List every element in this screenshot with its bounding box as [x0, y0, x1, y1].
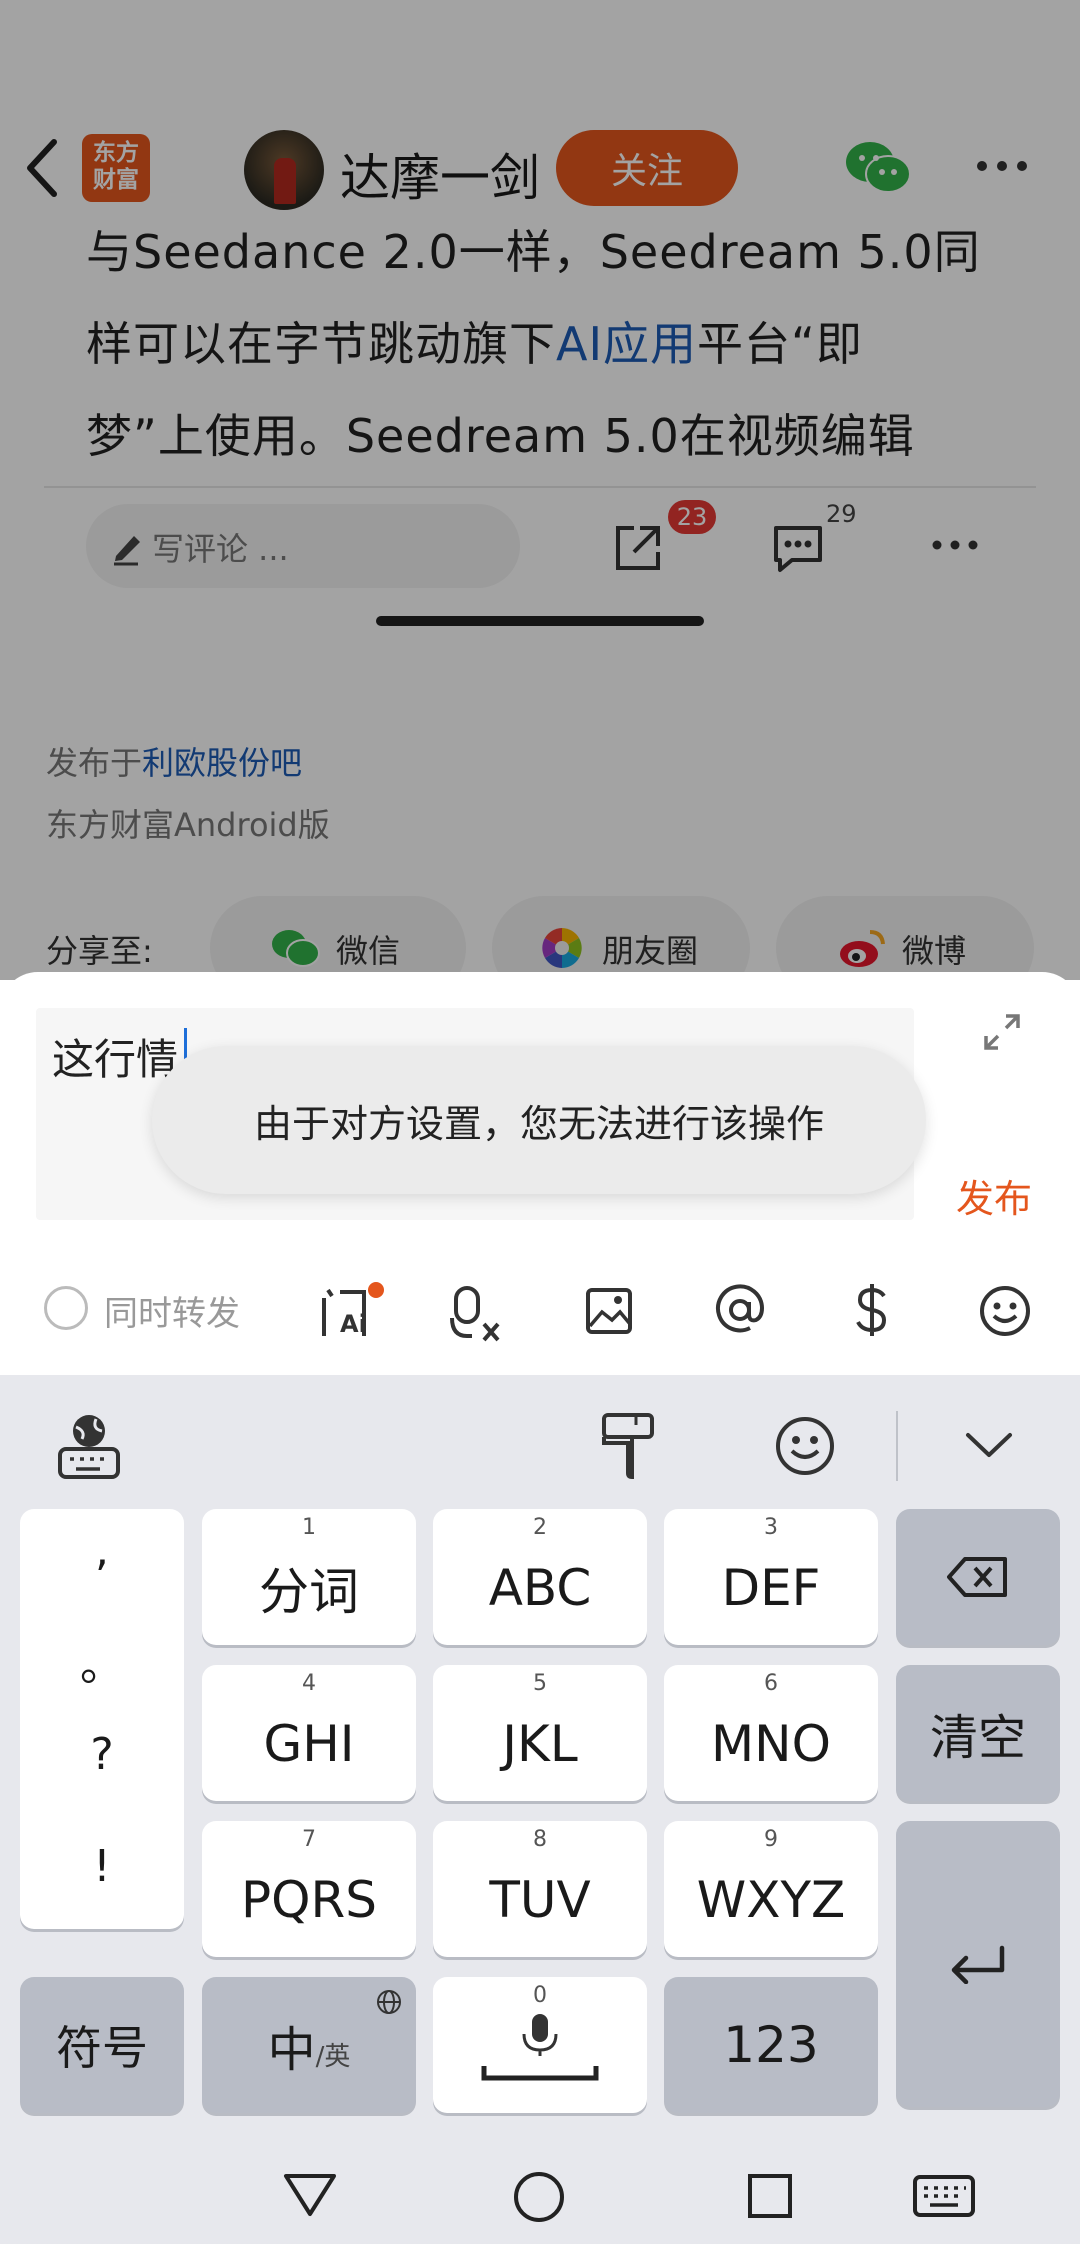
mic-space-icon: [481, 2014, 599, 2081]
publish-button[interactable]: 发布: [956, 1168, 1032, 1223]
toast-message: 由于对方设置，您无法进行该操作: [152, 1046, 926, 1194]
key-8[interactable]: 8 TUV: [433, 1821, 647, 1957]
key-number: 3: [764, 1515, 778, 1540]
key-label: MNO: [711, 1715, 831, 1773]
punctuation-column[interactable]: , 。 ? !: [20, 1509, 184, 1929]
keyboard-globe-icon[interactable]: [56, 1411, 122, 1481]
key-9[interactable]: 9 WXYZ: [664, 1821, 878, 1957]
key-2[interactable]: 2 ABC: [433, 1509, 647, 1645]
nav-recents-icon[interactable]: [746, 2172, 794, 2220]
punct-question[interactable]: ?: [20, 1729, 184, 1780]
key-7[interactable]: 7 PQRS: [202, 1821, 416, 1957]
punct-exclaim[interactable]: !: [20, 1841, 184, 1892]
key-label: PQRS: [241, 1871, 377, 1929]
skin-brush-icon[interactable]: [600, 1411, 656, 1481]
language-switch-key[interactable]: 中/英: [202, 1977, 416, 2113]
key-label: WXYZ: [696, 1871, 846, 1929]
key-number: 4: [302, 1671, 316, 1696]
key-number: 6: [764, 1671, 778, 1696]
repost-label: 同时转发: [104, 1294, 240, 1334]
key-number: 2: [533, 1515, 547, 1540]
repost-checkbox[interactable]: [44, 1286, 88, 1330]
key-6[interactable]: 6 MNO: [664, 1665, 878, 1801]
system-nav-bar: [0, 2140, 1080, 2244]
dim-overlay[interactable]: [0, 0, 1080, 980]
key-number: 0: [533, 1983, 547, 2008]
mention-icon[interactable]: [714, 1284, 766, 1336]
enter-key[interactable]: [896, 1821, 1060, 2107]
punct-comma[interactable]: ,: [20, 1525, 184, 1576]
collapse-keyboard-icon[interactable]: [964, 1431, 1014, 1461]
voice-to-text-icon[interactable]: [448, 1284, 508, 1344]
expand-icon[interactable]: [982, 1012, 1022, 1052]
ask-ai-icon[interactable]: Ai: [318, 1282, 390, 1346]
dollar-icon[interactable]: [852, 1282, 892, 1338]
key-number: 5: [533, 1671, 547, 1696]
backspace-icon: [947, 1557, 1007, 1597]
clear-label: 清空: [929, 1710, 1026, 1766]
key-label: DEF: [721, 1559, 821, 1617]
space-key[interactable]: 0: [433, 1977, 647, 2113]
key-number: 9: [764, 1827, 778, 1852]
nav-keyboard-icon[interactable]: [912, 2174, 976, 2218]
punct-period[interactable]: 。: [20, 1629, 184, 1693]
symbols-key[interactable]: 符号: [20, 1977, 184, 2113]
number-label: 123: [723, 2016, 819, 2074]
key-1[interactable]: 1 分词: [202, 1509, 416, 1645]
backspace-key[interactable]: [896, 1509, 1060, 1645]
lang-sub-label: /英: [315, 2041, 351, 2072]
key-label: JKL: [502, 1715, 578, 1773]
key-label: TUV: [489, 1871, 591, 1929]
toolbar-divider: [896, 1411, 898, 1481]
keyboard-emoji-icon[interactable]: [774, 1415, 836, 1477]
lang-main-label: 中: [267, 2022, 316, 2078]
svg-text:Ai: Ai: [340, 1310, 367, 1338]
image-icon[interactable]: [584, 1286, 634, 1336]
symbols-label: 符号: [56, 2021, 148, 2075]
enter-icon: [951, 1945, 1005, 1984]
keyboard: , 。 ? ! 1 分词 2 ABC 3 DEF 4 GHI 5 JKL 6 M…: [0, 1375, 1080, 2244]
clear-key[interactable]: 清空: [896, 1665, 1060, 1801]
key-number: 7: [302, 1827, 316, 1852]
nav-back-icon[interactable]: [282, 2170, 338, 2218]
key-number: 8: [533, 1827, 547, 1852]
key-label: 分词: [259, 1563, 359, 1621]
composer-text: 这行情: [52, 1035, 179, 1084]
key-4[interactable]: 4 GHI: [202, 1665, 416, 1801]
language-globe-icon: [377, 1990, 401, 2014]
key-3[interactable]: 3 DEF: [664, 1509, 878, 1645]
key-label: GHI: [263, 1715, 355, 1773]
key-number: 1: [302, 1515, 316, 1540]
key-label: ABC: [488, 1559, 592, 1617]
key-5[interactable]: 5 JKL: [433, 1665, 647, 1801]
emoji-icon[interactable]: [978, 1284, 1032, 1338]
number-key[interactable]: 123: [664, 1977, 878, 2113]
nav-home-icon[interactable]: [512, 2170, 566, 2224]
